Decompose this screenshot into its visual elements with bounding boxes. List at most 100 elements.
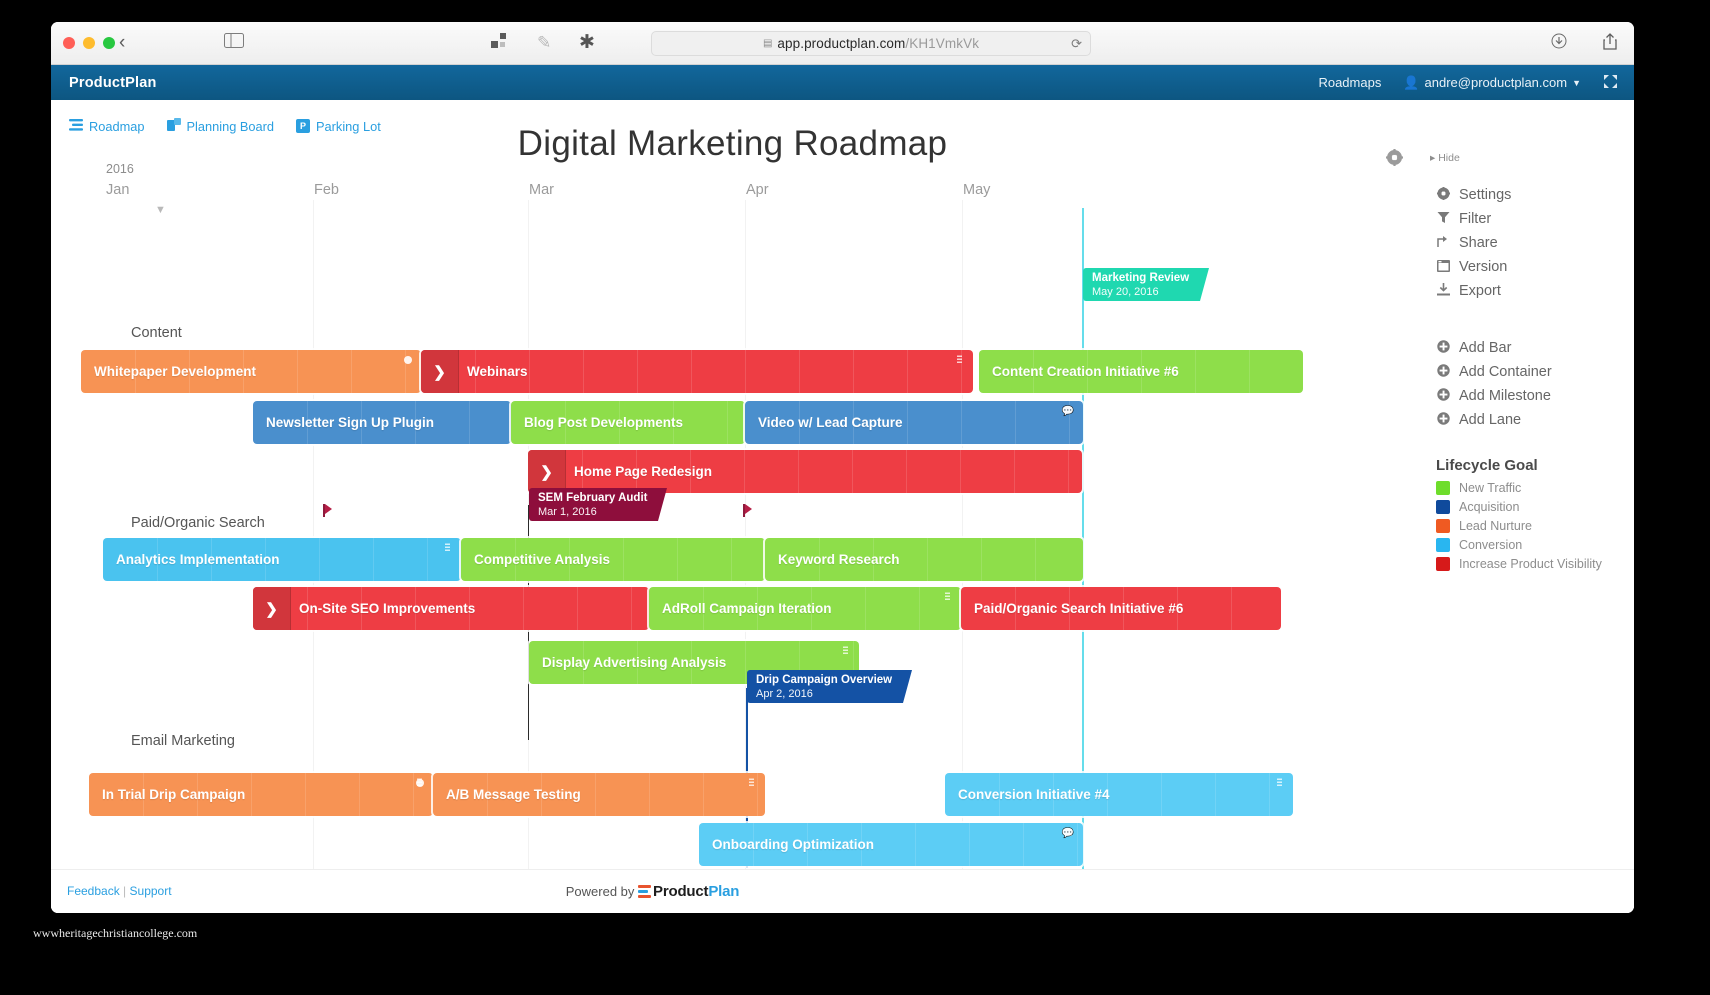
lane-label-email[interactable]: Email Marketing: [131, 733, 235, 749]
bar-menu-icon[interactable]: ▬▬▬: [957, 354, 962, 365]
bar-status-dot-icon: [416, 779, 424, 787]
roadmap-bar[interactable]: AdRoll Campaign Iteration ▬ ▬ ▬: [649, 587, 961, 630]
roadmap-bar[interactable]: Whitepaper Development: [81, 350, 421, 393]
legend-swatch-icon: [1436, 481, 1450, 495]
close-window-button[interactable]: [63, 37, 75, 49]
back-icon[interactable]: ‹: [119, 33, 125, 53]
roadmap-bar[interactable]: A/B Message Testing ▬ ▬ ▬: [433, 773, 765, 816]
roadmap-bar[interactable]: Paid/Organic Search Initiative #6: [961, 587, 1281, 630]
bar-expand-chevron-icon[interactable]: ❯: [421, 350, 459, 393]
roadmap-bar[interactable]: Analytics Implementation ▬ ▬ ▬: [103, 538, 461, 581]
legend-swatch-icon: [1436, 500, 1450, 514]
bar-menu-icon[interactable]: ▬▬▬: [749, 777, 754, 788]
milestone-date: Apr 2, 2016: [756, 688, 813, 700]
app-body: Roadmap Planning Board P Parking Lot Dig…: [51, 100, 1634, 913]
gridline: [962, 200, 963, 870]
roadmap-bar[interactable]: In Trial Drip Campaign▬▬▬: [89, 773, 433, 816]
flag-icon[interactable]: [743, 504, 752, 517]
sidebar-item-add-milestone[interactable]: Add Milestone: [1436, 388, 1551, 404]
roadmap-bar[interactable]: Video w/ Lead Capture 💬: [745, 401, 1083, 444]
legend-item[interactable]: Conversion: [1436, 538, 1522, 552]
lane-label-content[interactable]: Content: [131, 325, 182, 341]
sidebar-item-share[interactable]: Share: [1436, 235, 1498, 251]
sidebar-item-add-lane[interactable]: Add Lane: [1436, 412, 1521, 428]
tab-overview-icon[interactable]: [491, 33, 508, 55]
sidebar-item-settings[interactable]: Settings: [1436, 187, 1511, 203]
pencil-icon[interactable]: ✎: [537, 33, 551, 53]
roadmap-bar[interactable]: Content Creation Initiative #6: [979, 350, 1303, 393]
timeline-scroll-icon[interactable]: ▼: [155, 204, 166, 216]
roadmap-bar-label: In Trial Drip Campaign: [102, 787, 246, 802]
page-settings-icon: ▤: [762, 38, 773, 49]
sidebar-item-settings-label: Settings: [1459, 187, 1512, 203]
milestone-flag[interactable]: SEM February Audit Mar 1, 2016: [529, 488, 669, 521]
extension-icon[interactable]: ✱: [579, 33, 595, 53]
brand-logo[interactable]: ProductPlan: [69, 75, 157, 91]
add-milestone-icon: [1436, 388, 1451, 404]
roadmap-bar-label: Content Creation Initiative #6: [992, 364, 1179, 379]
maximize-window-button[interactable]: [103, 37, 115, 49]
roadmap-bar-label: On-Site SEO Improvements: [299, 601, 476, 616]
lane-label-paid[interactable]: Paid/Organic Search: [131, 515, 265, 531]
fullscreen-icon[interactable]: [1603, 74, 1618, 92]
roadmap-bar[interactable]: Conversion Initiative #4 ▬ ▬ ▬: [945, 773, 1293, 816]
bar-expand-chevron-icon[interactable]: ❯: [528, 450, 566, 493]
flag-icon[interactable]: [323, 504, 332, 517]
app-header: ProductPlan Roadmaps 👤 andre@productplan…: [51, 65, 1634, 100]
sidebar-item-filter[interactable]: Filter: [1436, 211, 1491, 227]
legend-label: Increase Product Visibility: [1459, 557, 1602, 571]
add-lane-icon: [1436, 412, 1451, 428]
roadmap-bar[interactable]: Onboarding Optimization ▬ ▬ ▬ 💬: [699, 823, 1083, 866]
sidebar-item-export-label: Export: [1459, 283, 1501, 299]
timeline-month-apr: Apr: [746, 182, 769, 198]
roadmap-bar[interactable]: Blog Post Developments: [511, 401, 745, 444]
productplan-mark-icon: [638, 885, 652, 898]
roadmap-bar[interactable]: ❯ Webinars ▬ ▬ ▬: [421, 350, 973, 393]
account-menu[interactable]: 👤 andre@productplan.com ▼: [1403, 75, 1581, 91]
minimize-window-button[interactable]: [83, 37, 95, 49]
roadmap-bar[interactable]: Keyword Research: [765, 538, 1083, 581]
roadmap-bar[interactable]: Newsletter Sign Up Plugin: [253, 401, 511, 444]
roadmap-bar[interactable]: Competitive Analysis: [461, 538, 765, 581]
roadmap-bar[interactable]: ❯ Home Page Redesign: [528, 450, 1082, 493]
sidebar-item-version[interactable]: Version: [1436, 259, 1507, 275]
hide-sidebar-toggle[interactable]: ▸ Hide: [1430, 152, 1460, 164]
roadmap-bar[interactable]: ❯ On-Site SEO Improvements: [253, 587, 649, 630]
sidebar-item-add-bar[interactable]: Add Bar: [1436, 340, 1511, 356]
bar-expand-chevron-icon[interactable]: ❯: [253, 587, 291, 630]
gear-large-icon[interactable]: [1386, 149, 1403, 171]
screenshot-root: ‹ ✎ ✱ ▤ app.productplan.com/KH1VmkVk ⟳ P…: [0, 0, 1710, 995]
sidebar-toggle-icon[interactable]: [223, 33, 245, 53]
legend-label: New Traffic: [1459, 481, 1522, 495]
milestone-flag[interactable]: Marketing Review May 20, 2016: [1083, 268, 1210, 301]
address-bar[interactable]: ▤ app.productplan.com/KH1VmkVk ⟳: [651, 31, 1091, 56]
window-controls[interactable]: [63, 37, 115, 49]
timeline-month-jan: Jan: [106, 182, 130, 198]
share-icon[interactable]: [1603, 33, 1617, 55]
legend-swatch-icon: [1436, 557, 1450, 571]
bar-comment-icon[interactable]: 💬: [1062, 828, 1074, 839]
reload-icon[interactable]: ⟳: [1071, 36, 1082, 52]
user-icon: 👤: [1403, 74, 1420, 90]
nav-roadmaps[interactable]: Roadmaps: [1318, 75, 1381, 90]
legend-item[interactable]: Lead Nurture: [1436, 519, 1532, 533]
filter-icon: [1436, 211, 1451, 227]
milestone-flag[interactable]: Drip Campaign Overview Apr 2, 2016: [747, 670, 913, 703]
url-text: app.productplan.com/KH1VmkVk: [777, 36, 980, 51]
legend-item[interactable]: Acquisition: [1436, 500, 1519, 514]
sidebar-item-export[interactable]: Export: [1436, 283, 1501, 299]
legend-item[interactable]: Increase Product Visibility: [1436, 557, 1602, 571]
bar-menu-icon[interactable]: ▬▬▬: [445, 542, 450, 553]
legend-item[interactable]: New Traffic: [1436, 481, 1521, 495]
bar-menu-icon[interactable]: ▬▬▬: [1277, 777, 1282, 788]
roadmap-bar-label: A/B Message Testing: [446, 787, 581, 802]
chevron-down-icon: ▼: [1572, 77, 1581, 88]
legend-title: Lifecycle Goal: [1436, 457, 1538, 474]
right-sidebar: ▸ Hide Settings Filter Share Version Exp…: [1386, 149, 1634, 855]
bar-comment-icon[interactable]: 💬: [1062, 406, 1074, 417]
powered-by: Powered by ProductPlan: [51, 883, 1634, 900]
downloads-icon[interactable]: [1551, 33, 1567, 54]
bar-menu-icon[interactable]: ▬▬▬: [843, 645, 848, 656]
sidebar-item-add-container[interactable]: Add Container: [1436, 364, 1552, 380]
bar-menu-icon[interactable]: ▬▬▬: [945, 591, 950, 602]
